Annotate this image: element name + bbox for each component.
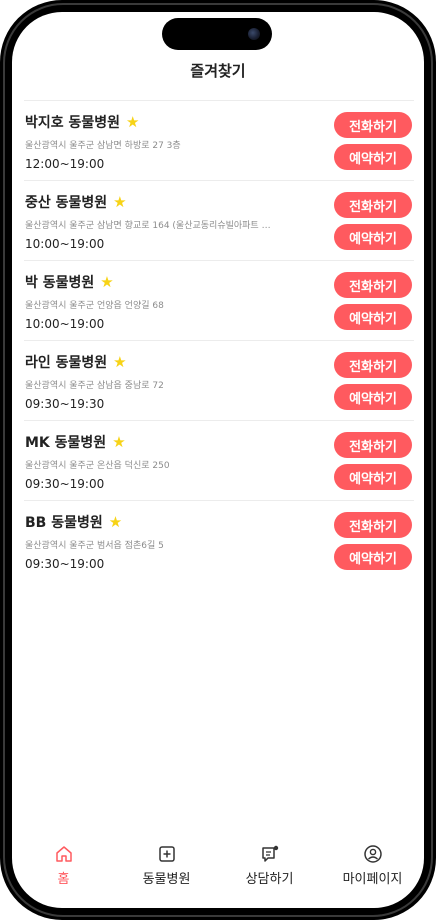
page-title: 즐겨찾기	[190, 62, 246, 80]
star-icon[interactable]: ★	[112, 434, 125, 450]
bottom-tab-bar: 홈 동물병원 상담하기 마이페이지	[12, 838, 424, 898]
hospital-name: 라인 동물병원	[25, 355, 108, 371]
camera-icon	[248, 28, 260, 40]
call-button[interactable]: 전화하기	[334, 432, 412, 458]
hospital-address: 울산광역시 울주군 온산읍 덕신로 250	[25, 461, 170, 471]
name-row: 박 동물병원 ★	[25, 272, 114, 292]
user-circle-icon	[363, 845, 382, 863]
list-item[interactable]: 중산 동물병원 ★ 울산광역시 울주군 삼남면 향교로 164 (울산교동리슈빌…	[24, 181, 414, 261]
book-button[interactable]: 예약하기	[334, 144, 412, 170]
call-button[interactable]: 전화하기	[334, 352, 412, 378]
star-icon[interactable]: ★	[109, 514, 122, 530]
book-button[interactable]: 예약하기	[334, 304, 412, 330]
hospital-hours: 09:30~19:00	[25, 477, 105, 491]
tab-label: 동물병원	[142, 872, 191, 887]
hospital-name: BB 동물병원	[25, 515, 103, 531]
name-row: BB 동물병원 ★	[25, 512, 122, 532]
tab-home[interactable]: 홈	[12, 838, 115, 898]
book-button[interactable]: 예약하기	[334, 544, 412, 570]
favorites-list: 박지호 동물병원 ★ 울산광역시 울주군 삼남면 하방로 27 3층 12:00…	[24, 100, 414, 581]
star-icon[interactable]: ★	[113, 354, 126, 370]
name-row: 중산 동물병원 ★	[25, 192, 127, 212]
hospital-address: 울산광역시 울주군 범서읍 점촌6길 5	[25, 541, 164, 551]
list-item[interactable]: 박지호 동물병원 ★ 울산광역시 울주군 삼남면 하방로 27 3층 12:00…	[24, 101, 414, 181]
star-icon[interactable]: ★	[113, 194, 126, 210]
book-button[interactable]: 예약하기	[334, 224, 412, 250]
list-item[interactable]: BB 동물병원 ★ 울산광역시 울주군 범서읍 점촌6길 5 09:30~19:…	[24, 501, 414, 581]
tab-label: 상담하기	[245, 872, 294, 887]
list-item[interactable]: 박 동물병원 ★ 울산광역시 울주군 언양읍 언양길 68 10:00~19:0…	[24, 261, 414, 341]
hospital-name: 박지호 동물병원	[25, 115, 121, 131]
app-screen: 즐겨찾기 박지호 동물병원 ★ 울산광역시 울주군 삼남면 하방로 27 3층 …	[12, 12, 424, 908]
hospital-hours: 10:00~19:00	[25, 237, 105, 251]
hospital-name: MK 동물병원	[25, 435, 107, 451]
hospital-hours: 09:30~19:00	[25, 557, 105, 571]
tab-mypage[interactable]: 마이페이지	[321, 838, 424, 898]
plus-square-icon	[158, 846, 175, 862]
book-button[interactable]: 예약하기	[334, 464, 412, 490]
chat-icon	[261, 845, 278, 862]
home-icon	[55, 846, 72, 862]
book-button[interactable]: 예약하기	[334, 384, 412, 410]
star-icon[interactable]: ★	[126, 114, 139, 130]
list-item[interactable]: 라인 동물병원 ★ 울산광역시 울주군 삼남읍 중남로 72 09:30~19:…	[24, 341, 414, 421]
tab-label: 홈	[57, 872, 70, 887]
tab-hospital[interactable]: 동물병원	[115, 838, 218, 898]
hospital-hours: 12:00~19:00	[25, 157, 105, 171]
hospital-hours: 10:00~19:00	[25, 317, 105, 331]
call-button[interactable]: 전화하기	[334, 512, 412, 538]
phone-frame: 즐겨찾기 박지호 동물병원 ★ 울산광역시 울주군 삼남면 하방로 27 3층 …	[0, 0, 436, 920]
hospital-address: 울산광역시 울주군 언양읍 언양길 68	[25, 301, 164, 311]
hospital-address: 울산광역시 울주군 삼남면 하방로 27 3층	[25, 141, 181, 151]
list-item[interactable]: MK 동물병원 ★ 울산광역시 울주군 온산읍 덕신로 250 09:30~19…	[24, 421, 414, 501]
name-row: 박지호 동물병원 ★	[25, 112, 140, 132]
tab-consult[interactable]: 상담하기	[218, 838, 321, 898]
star-icon[interactable]: ★	[100, 274, 113, 290]
hospital-address: 울산광역시 울주군 삼남면 향교로 164 (울산교동리슈빌아파트 …	[25, 221, 271, 231]
call-button[interactable]: 전화하기	[334, 112, 412, 138]
name-row: MK 동물병원 ★	[25, 432, 126, 452]
tab-label: 마이페이지	[342, 872, 403, 887]
call-button[interactable]: 전화하기	[334, 272, 412, 298]
hospital-name: 중산 동물병원	[25, 195, 108, 211]
name-row: 라인 동물병원 ★	[25, 352, 127, 372]
call-button[interactable]: 전화하기	[334, 192, 412, 218]
hospital-name: 박 동물병원	[25, 275, 95, 291]
hospital-hours: 09:30~19:30	[25, 397, 105, 411]
dynamic-island	[162, 18, 272, 50]
hospital-address: 울산광역시 울주군 삼남읍 중남로 72	[25, 381, 164, 391]
